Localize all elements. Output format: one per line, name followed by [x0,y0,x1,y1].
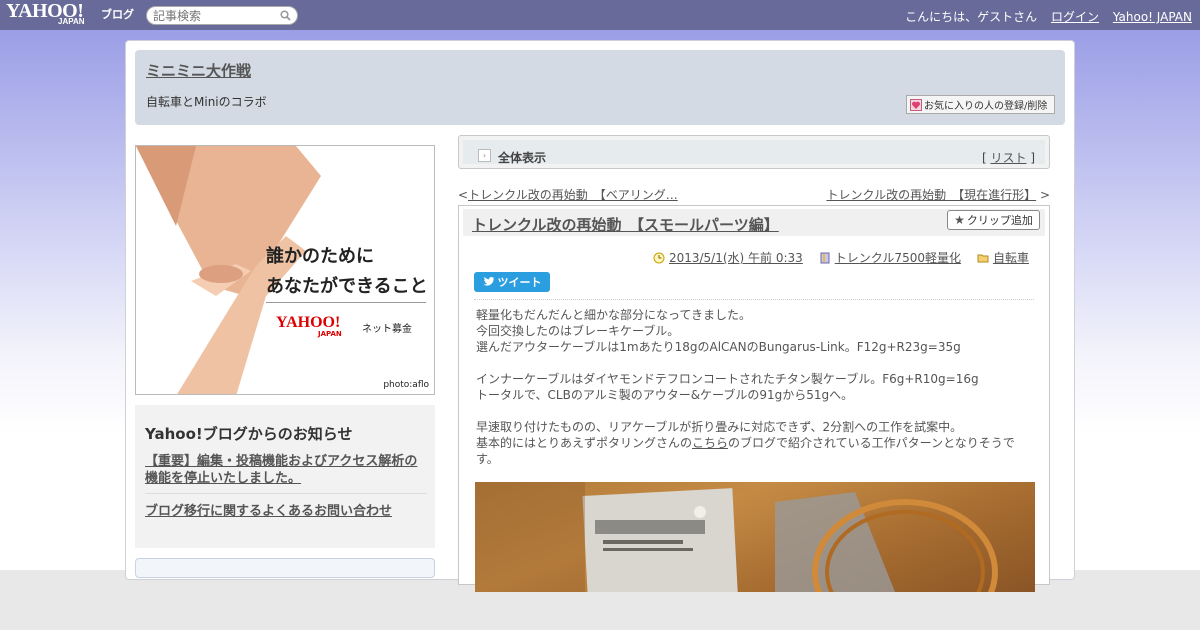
yahoo-japan-link[interactable]: Yahoo! JAPAN [1113,10,1192,24]
star-icon: ★ [954,213,965,227]
notice-link-faq[interactable]: ブログ移行に関するよくあるお問い合わせ [145,500,392,519]
body-paragraph: 軽量化もだんだんと細かな部分になってきました。 [476,308,752,322]
reference-link[interactable]: こちら [692,436,728,450]
tweet-button[interactable]: ツイート [474,272,550,292]
article-date-link[interactable]: 2013/5/1(水) 午前 0:33 [669,249,803,266]
blog-logo[interactable]: ブログ [101,6,134,22]
greeting-text: こんにちは、ゲストさん [905,10,1038,24]
article-divider [474,299,1034,300]
prev-article: <トレンクル改の再始動 【ベアリング… [458,186,678,203]
view-bar: › 全体表示 [ リスト ] [458,135,1050,169]
article-header: トレンクル改の再始動 【スモールパーツ編】 ★ クリップ追加 [463,209,1045,236]
body-last-pre: 基本的にはとりあえずポタリングさんの [476,436,693,450]
favorite-register-label: お気に入りの人の登録/削除 [924,101,1048,112]
folder-icon [977,254,989,262]
brake-cable-photo [475,482,998,592]
prev-mark: < [458,188,469,202]
search-input[interactable] [153,8,273,23]
article-photo[interactable] [475,482,1035,592]
search-box [146,6,298,25]
sidebar-box [135,558,435,578]
category-link-bicycle[interactable]: 自転車 [993,249,1029,266]
banner-headline-1: 誰かのために [266,246,374,267]
banner-yahoo-logo-japan: JAPAN [318,330,342,338]
article: トレンクル改の再始動 【スモールパーツ編】 ★ クリップ追加 2013/5/1(… [458,205,1050,592]
notice-link-important[interactable]: 【重要】編集・投稿機能およびアクセス解析の機能を停止いたしました。 [145,453,427,487]
body-paragraph: インナーケーブルはダイヤモンドテフロンコートされたチタン製ケーブル。F6g+R1… [476,372,979,386]
article-meta: 2013/5/1(水) 午前 0:33 トレンクル7500軽量化 自転車 [637,249,1029,266]
global-header: YAHOO! JAPAN ブログ こんにちは、ゲストさん ログイン Yahoo!… [0,0,1200,30]
clip-add-button[interactable]: ★ クリップ追加 [947,210,1040,230]
view-all-label[interactable]: 全体表示 [498,149,546,166]
body-paragraph: 選んだアウターケーブルは1mあたり18gのAlCANのBungarus-Link… [476,340,961,354]
banner-credit: photo:aflo [383,380,429,390]
twitter-bird-icon [483,277,494,286]
banner-divider [266,302,426,303]
list-view-toggle: [ リスト ] [982,149,1035,166]
blog-description: 自転車とMiniのコラボ [146,95,267,109]
next-article: トレンクル改の再始動 【現在進行形】 > [826,186,1050,203]
notice-divider [145,493,427,494]
search-icon[interactable] [280,10,291,21]
meta-date: 2013/5/1(水) 午前 0:33 [653,249,803,266]
next-mark: > [1036,188,1050,202]
prev-article-link[interactable]: トレンクル改の再始動 【ベアリング… [468,188,678,202]
body-paragraph [476,403,1036,419]
next-article-link[interactable]: トレンクル改の再始動 【現在進行形】 [826,188,1036,202]
body-paragraph [476,355,1036,371]
top-nav: こんにちは、ゲストさん ログイン Yahoo! JAPAN [905,8,1192,25]
yahoo-logo-japan: JAPAN [58,17,85,26]
tweet-label: ツイート [497,276,542,289]
clip-add-label: クリップ追加 [966,214,1033,227]
book-icon [820,252,830,263]
handshake-image [136,146,321,394]
login-link[interactable]: ログイン [1051,10,1099,24]
body-paragraph: トータルで、CLBのアルミ製のアウター&ケーブルの91gから51gへ。 [476,388,854,402]
article-title[interactable]: トレンクル改の再始動 【スモールパーツ編】 [472,214,779,235]
chevron-right-icon[interactable]: › [478,149,491,162]
body-paragraph-last: 基本的にはとりあえずポタリングさんのこちらのブログで紹介されている工作パターンと… [476,435,1036,467]
meta-category-1: トレンクル7500軽量化 [819,249,961,266]
view-bar-inner: › 全体表示 [ リスト ] [463,140,1045,166]
body-paragraph: 早速取り付けたものの、リアケーブルが折り畳みに対応できず、2分割への工作を試案中… [476,420,963,434]
list-view-link[interactable]: リスト [990,151,1026,165]
list-bracket-close: ] [1026,151,1035,165]
article-body: 軽量化もだんだんと細かな部分になってきました。 今回交換したのはブレーキケーブル… [476,307,1036,467]
notice-box: Yahoo!ブログからのお知らせ 【重要】編集・投稿機能およびアクセス解析の機能… [135,405,435,548]
meta-category-2: 自転車 [977,249,1029,266]
category-link-trenkle[interactable]: トレンクル7500軽量化 [835,249,961,266]
clock-icon [653,252,665,263]
blog-header: ミニミニ大作戦 自転車とMiniのコラボ お気に入りの人の登録/削除 [135,50,1065,125]
charity-banner[interactable]: 誰かのために あなたができること YAHOO! JAPAN ネット募金 phot… [135,145,435,395]
banner-subtitle: ネット募金 [362,324,412,335]
body-paragraph: 今回交換したのはブレーキケーブル。 [476,324,680,338]
heart-icon [910,98,922,111]
banner-headline-2: あなたができること [266,276,428,297]
blog-title[interactable]: ミニミニ大作戦 [146,60,251,81]
favorite-register-button[interactable]: お気に入りの人の登録/削除 [906,95,1055,114]
notice-title: Yahoo!ブログからのお知らせ [145,425,353,443]
